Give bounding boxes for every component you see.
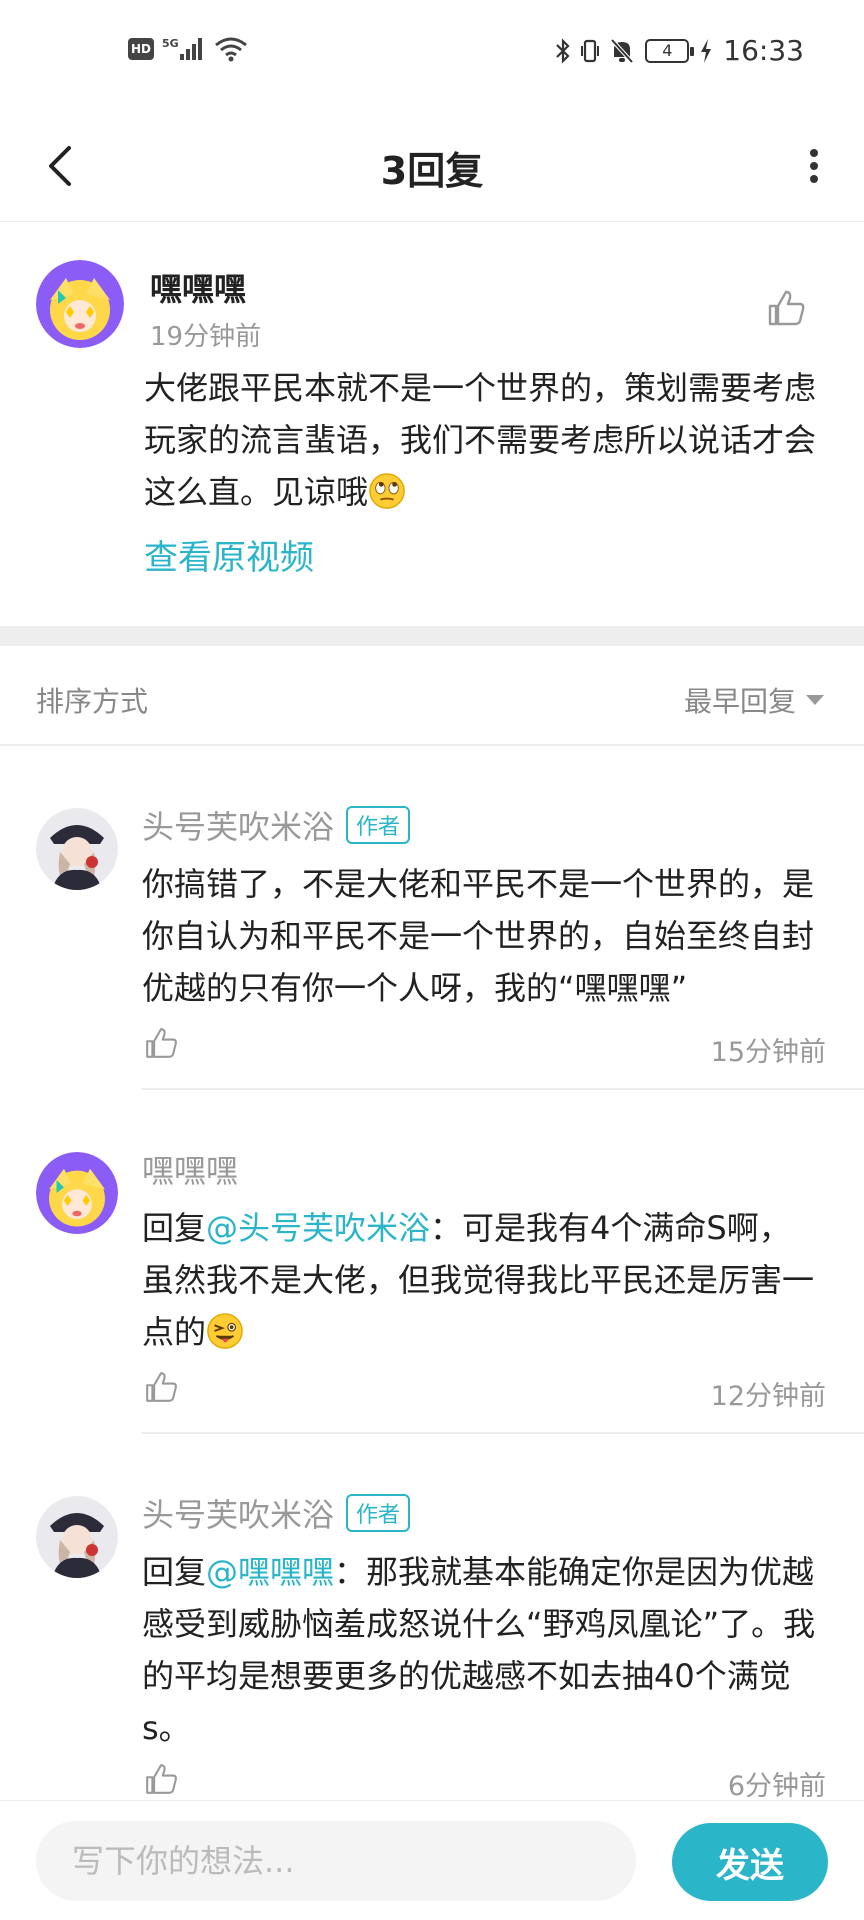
reply-username[interactable]: 嘿嘿嘿: [142, 1146, 238, 1192]
reply-user: 嘿嘿嘿: [142, 1146, 238, 1192]
character-avatar-icon: [36, 1496, 118, 1578]
reply-user: 头号芙吹米浴 作者: [142, 1490, 411, 1536]
reply-time: 15分钟前: [710, 1037, 826, 1068]
character-avatar-icon: [36, 808, 118, 890]
mention-link[interactable]: @头号芙吹米浴: [206, 1209, 430, 1247]
signal-icon: 5G: [162, 37, 202, 60]
mute-bell-icon: [610, 38, 634, 63]
main-comment: 嘿嘿嘿 19分钟前 大佬跟平民本就不是一个世界的，策划需要考虑玩家的流言蜚语，我…: [0, 222, 864, 624]
reply-item: 头号芙吹米浴 作者 回复@嘿嘿嘿：那我就基本能确定你是因为优越感受到威胁恼羞成怒…: [0, 1434, 864, 1802]
comment-username[interactable]: 嘿嘿嘿: [150, 264, 246, 310]
thumbs-up-icon: [146, 1028, 177, 1058]
comment-time: 19分钟前: [150, 322, 262, 352]
author-badge: 作者: [346, 806, 411, 844]
comment-input-bar: 发送: [0, 1800, 864, 1920]
view-original-link[interactable]: 查看原视频: [144, 530, 314, 579]
comment-input[interactable]: [36, 1821, 636, 1901]
more-vertical-icon: [810, 149, 818, 183]
sort-label: 排序方式: [36, 685, 149, 718]
avatar[interactable]: [36, 1496, 118, 1578]
reply-item: 嘿嘿嘿 回复@头号芙吹米浴：可是我有4个满命S啊，虽然我不是大佬，但我觉得我比平…: [0, 1090, 864, 1434]
reply-user: 头号芙吹米浴 作者: [142, 802, 411, 848]
battery-icon: 4: [645, 38, 695, 63]
charging-icon: [701, 38, 712, 63]
reply-text: 回复@嘿嘿嘿：那我就基本能确定你是因为优越感受到威胁恼羞成怒说什么“野鸡凤凰论”…: [142, 1546, 822, 1754]
like-button[interactable]: [142, 1760, 180, 1798]
reply-text-body: 你搞错了，不是大佬和平民不是一个世界的，是你自认为和平民不是一个世界的，自始至终…: [142, 865, 815, 1007]
avatar[interactable]: [36, 260, 124, 348]
reply-item: 头号芙吹米浴 作者 你搞错了，不是大佬和平民不是一个世界的，是你自认为和平民不是…: [0, 746, 864, 1090]
reply-prefix: 回复: [142, 1209, 207, 1247]
like-button[interactable]: [142, 1024, 180, 1062]
like-button[interactable]: [142, 1368, 180, 1406]
mention-link[interactable]: @嘿嘿嘿: [206, 1553, 334, 1591]
hd-badge: HD: [128, 38, 154, 60]
wink-tongue-emoji-icon: [207, 1313, 243, 1349]
reply-prefix: 回复: [142, 1553, 207, 1591]
reply-text: 你搞错了，不是大佬和平民不是一个世界的，是你自认为和平民不是一个世界的，自始至终…: [142, 858, 822, 1014]
anime-avatar-icon: [36, 1152, 118, 1234]
more-button[interactable]: [784, 136, 844, 196]
like-button[interactable]: [764, 286, 808, 330]
send-button[interactable]: 发送: [672, 1823, 828, 1901]
eye-roll-emoji-icon: [369, 473, 405, 509]
avatar[interactable]: [36, 1152, 118, 1234]
svg-text:5G: 5G: [162, 37, 179, 50]
anime-avatar-icon: [36, 260, 124, 348]
caret-down-icon: [806, 695, 824, 705]
status-bar: HD 5G 4 16:33: [0, 0, 864, 110]
status-left: HD 5G: [128, 36, 248, 62]
sort-bar: 排序方式 最早回复: [0, 646, 864, 746]
status-right: 4 16:33: [555, 34, 804, 67]
wifi-icon: [215, 37, 247, 62]
thumbs-up-icon: [768, 290, 805, 326]
comment-text: 大佬跟平民本就不是一个世界的，策划需要考虑玩家的流言蜚语，我们不需要考虑所以说话…: [144, 362, 824, 518]
section-divider: [0, 626, 864, 646]
bluetooth-icon: [556, 37, 570, 64]
reply-text: 回复@头号芙吹米浴：可是我有4个满命S啊，虽然我不是大佬，但我觉得我比平民还是厉…: [142, 1202, 822, 1358]
comment-text-body: 大佬跟平民本就不是一个世界的，策划需要考虑玩家的流言蜚语，我们不需要考虑所以说话…: [144, 369, 817, 511]
thumbs-up-icon: [146, 1372, 177, 1402]
reply-username[interactable]: 头号芙吹米浴: [142, 1490, 334, 1536]
status-time: 16:33: [723, 34, 804, 67]
vibrate-icon: [581, 39, 600, 62]
author-badge: 作者: [346, 1494, 411, 1532]
reply-time: 12分钟前: [710, 1381, 826, 1412]
reply-username[interactable]: 头号芙吹米浴: [142, 802, 334, 848]
avatar[interactable]: [36, 808, 118, 890]
reply-time: 6分钟前: [727, 1771, 826, 1802]
thumbs-up-icon: [146, 1764, 177, 1794]
sort-dropdown[interactable]: 最早回复: [684, 680, 824, 720]
nav-bar: 3回复: [0, 110, 864, 222]
sort-selected: 最早回复: [683, 685, 796, 718]
page-title: 3回复: [380, 149, 484, 193]
